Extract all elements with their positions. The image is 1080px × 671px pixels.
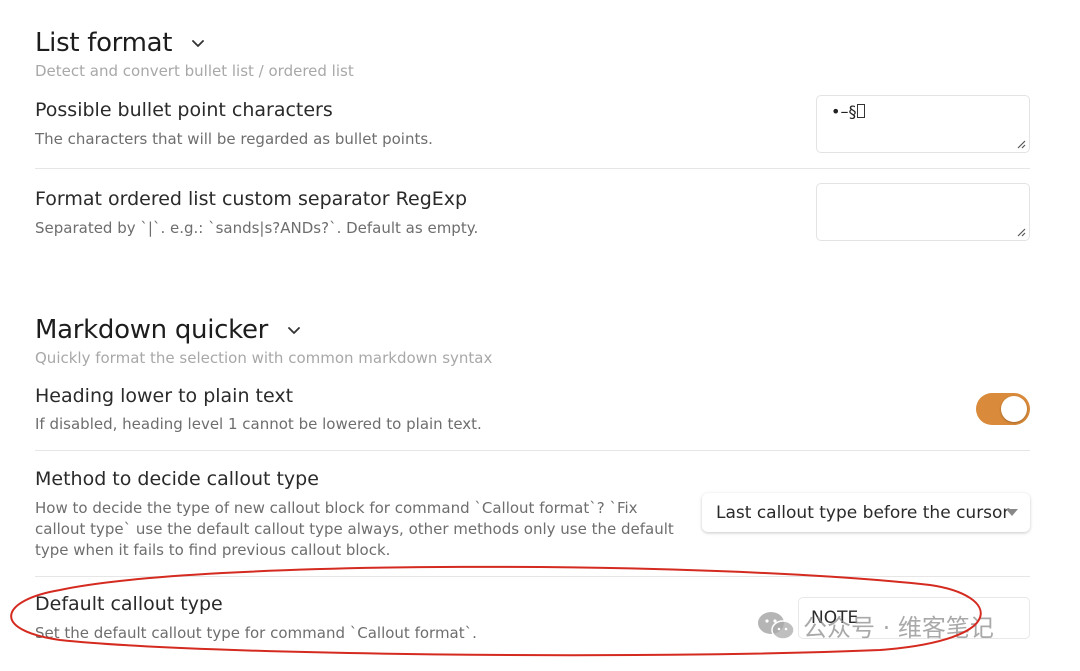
section-description: Quickly format the selection with common… <box>35 349 493 367</box>
dropdown-caret-icon <box>1006 509 1018 516</box>
callout-method-select[interactable]: Last callout type before the cursor <box>702 493 1030 532</box>
setting-description: Separated by `|`. e.g.: `sands|s?ANDs?`.… <box>35 219 479 237</box>
resize-grip-icon[interactable] <box>1016 227 1026 237</box>
placeholder-glyph <box>857 104 866 118</box>
section-title: Markdown quicker <box>35 315 269 345</box>
divider <box>35 168 1030 169</box>
select-value: Last callout type before the cursor <box>716 502 1010 523</box>
description-line: type when it fails to find previous call… <box>35 541 391 559</box>
setting-description: Set the default callout type for command… <box>35 624 477 642</box>
setting-name: Default callout type <box>35 593 223 615</box>
wechat-icon <box>758 611 795 640</box>
setting-name: Format ordered list custom separator Reg… <box>35 188 468 210</box>
description-line: callout type` use the default callout ty… <box>35 520 674 538</box>
settings-page: List format Detect and convert bullet li… <box>0 0 1080 671</box>
divider <box>35 576 1030 577</box>
textarea-value: •–§ <box>831 102 857 121</box>
bullet-chars-textarea[interactable]: •–§ <box>816 95 1030 153</box>
watermark-text: 公众号 · 维客笔记 <box>803 614 994 642</box>
section-markdown-quicker[interactable]: Markdown quicker <box>35 315 300 345</box>
setting-name: Possible bullet point characters <box>35 99 333 121</box>
watermark: 公众号 · 维客笔记 <box>757 608 994 643</box>
section-title: List format <box>35 28 173 58</box>
section-description: Detect and convert bullet list / ordered… <box>35 62 354 80</box>
resize-grip-icon[interactable] <box>1016 139 1026 149</box>
setting-name: Heading lower to plain text <box>35 385 294 407</box>
setting-name: Method to decide callout type <box>35 468 319 490</box>
section-list-format[interactable]: List format <box>35 28 205 58</box>
toggle-knob <box>1001 396 1027 422</box>
setting-description: The characters that will be regarded as … <box>35 130 433 148</box>
heading-lower-toggle[interactable] <box>976 393 1030 425</box>
description-line: How to decide the type of new callout bl… <box>35 499 638 517</box>
divider <box>35 450 1030 451</box>
setting-description: How to decide the type of new callout bl… <box>35 498 674 561</box>
ordered-separator-textarea[interactable] <box>816 183 1030 241</box>
chevron-down-icon[interactable] <box>192 37 205 49</box>
setting-description: If disabled, heading level 1 cannot be l… <box>35 415 482 433</box>
chevron-down-icon[interactable] <box>288 324 300 336</box>
